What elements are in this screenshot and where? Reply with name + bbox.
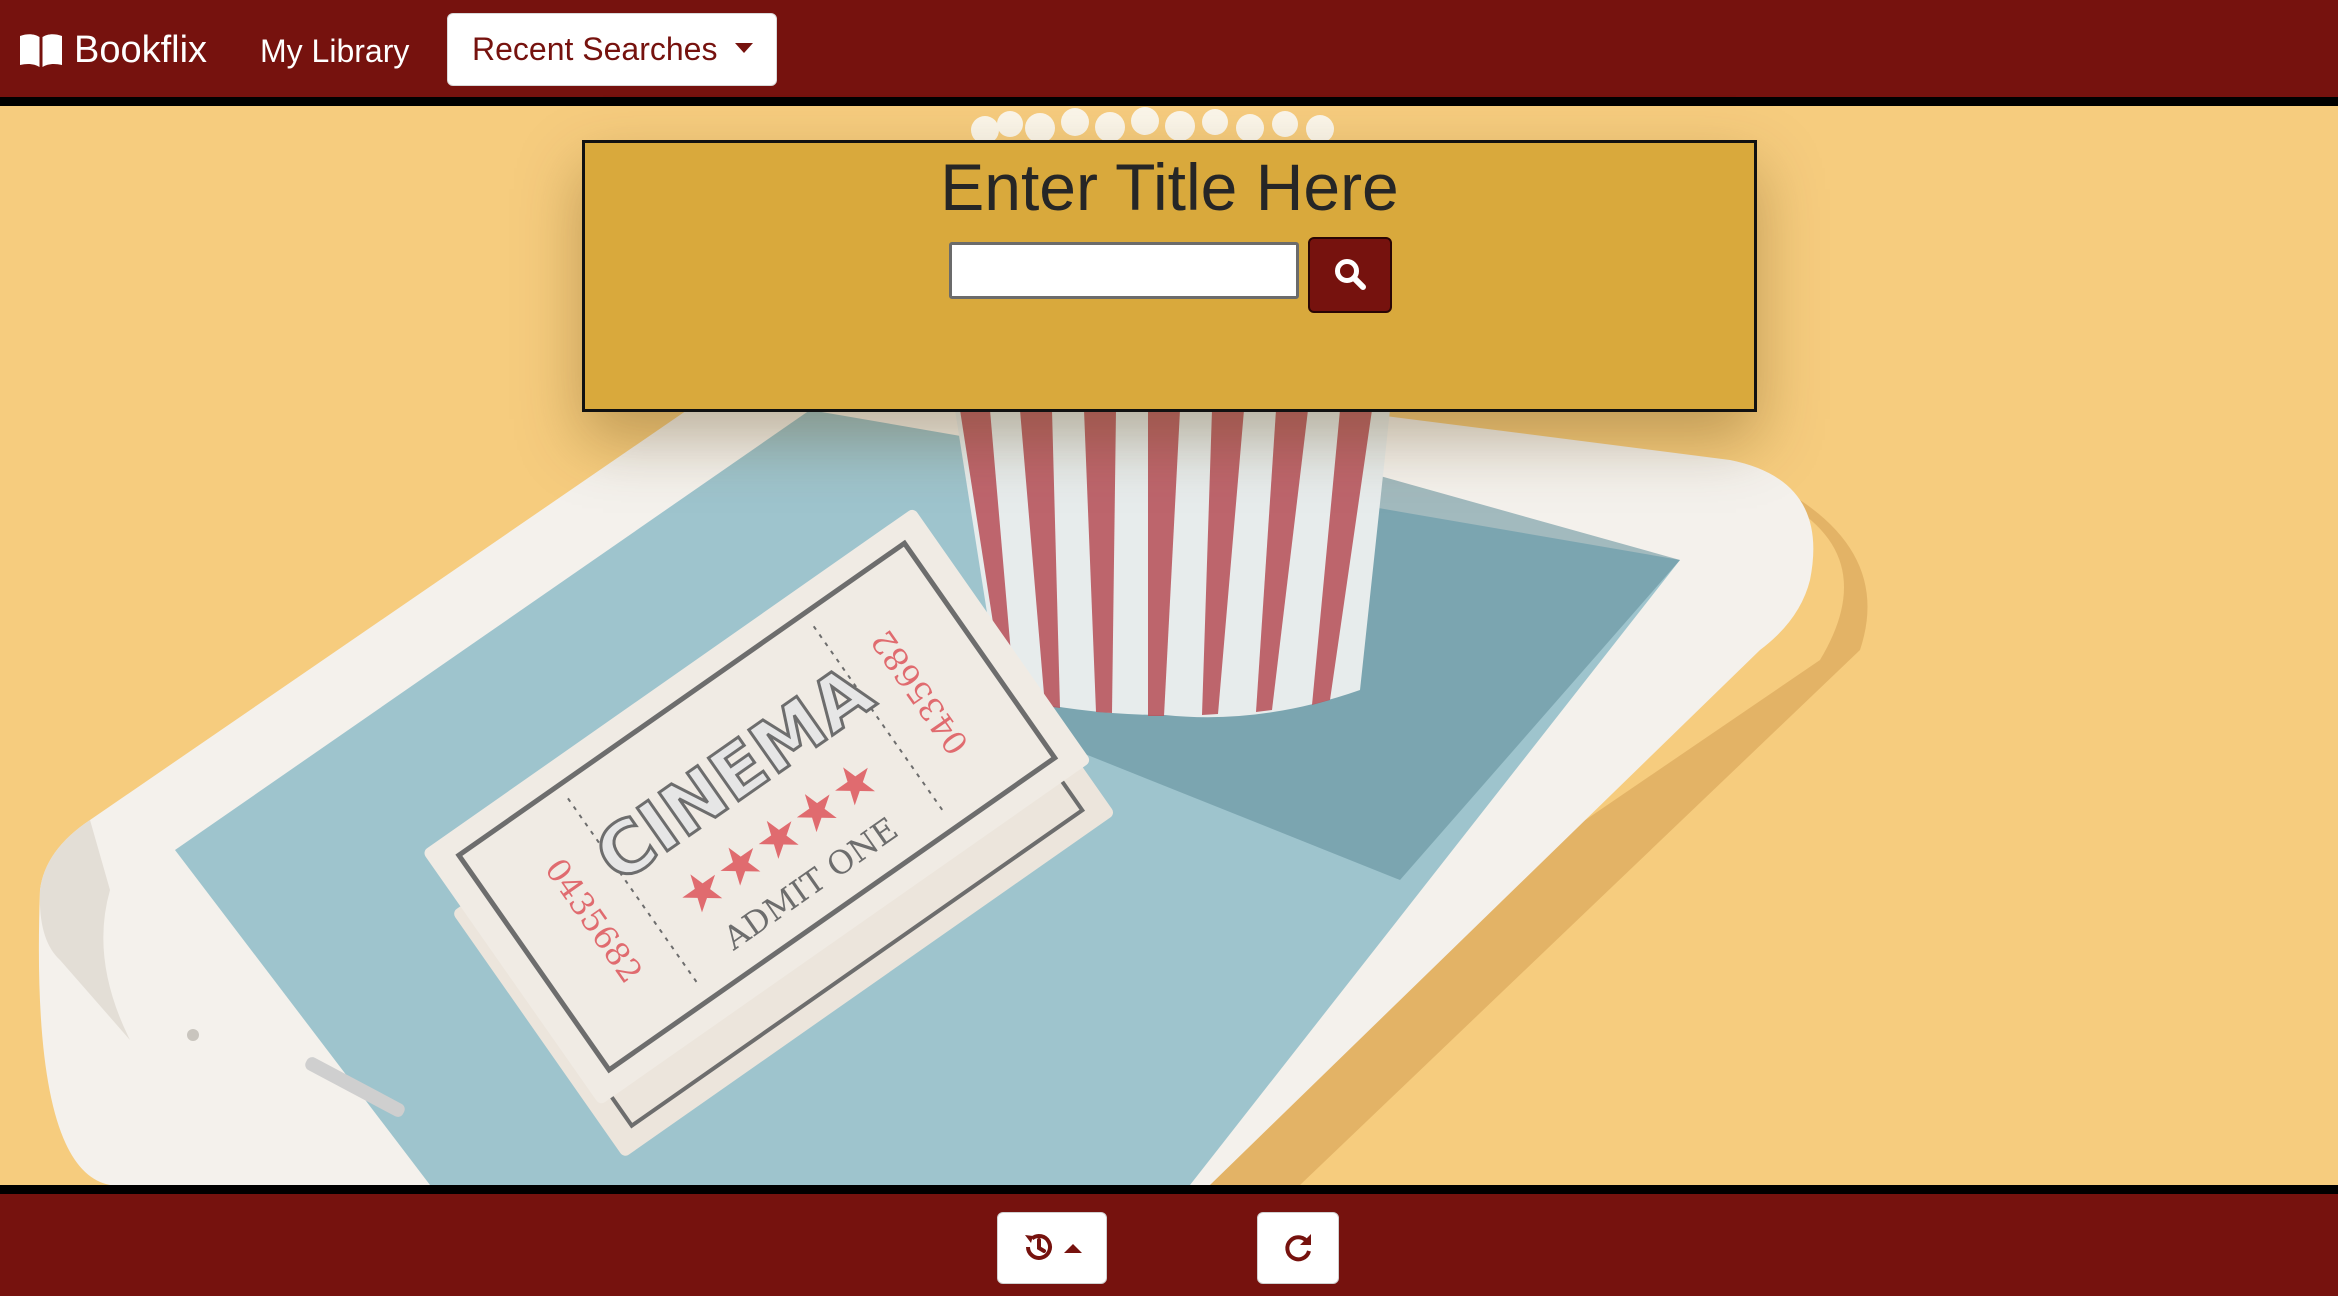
bottom-toolbar [0, 1185, 2338, 1296]
recent-searches-dropdown[interactable]: Recent Searches [447, 13, 777, 86]
brand-link[interactable]: Bookflix [18, 26, 207, 74]
history-dropup-button[interactable] [997, 1212, 1107, 1284]
search-icon [1333, 257, 1367, 294]
redo-icon [1281, 1230, 1315, 1267]
nav-link-my-library[interactable]: My Library [260, 30, 409, 72]
history-icon [1022, 1230, 1056, 1267]
top-navbar: Bookflix My Library Recent Searches [0, 0, 2338, 106]
book-open-icon [18, 32, 64, 68]
chevron-down-icon [735, 42, 754, 53]
title-search-input[interactable] [949, 242, 1299, 299]
search-button[interactable] [1308, 237, 1392, 313]
redo-button[interactable] [1257, 1212, 1339, 1284]
recent-searches-label: Recent Searches [472, 31, 718, 67]
chevron-up-icon [1064, 1243, 1082, 1253]
search-heading: Enter Title Here [940, 150, 1399, 224]
search-card: Enter Title Here [582, 140, 1757, 412]
brand-label: Bookflix [74, 28, 208, 71]
